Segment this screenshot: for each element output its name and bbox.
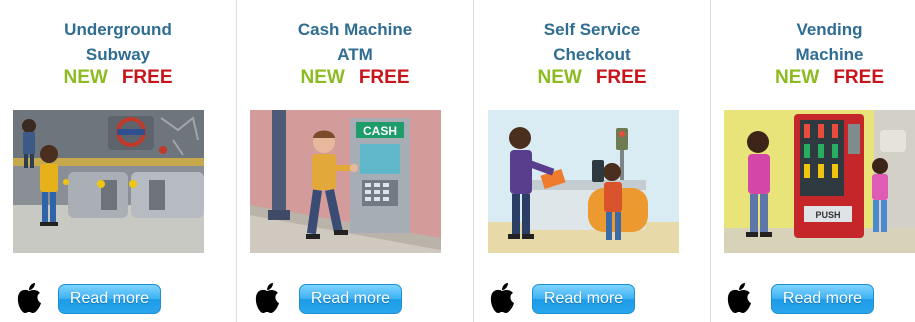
- new-tag: NEW: [63, 67, 108, 88]
- free-tag: FREE: [358, 67, 410, 88]
- product-tags: NEW FREE: [474, 66, 710, 90]
- subway-scene-image[interactable]: [13, 110, 204, 253]
- product-tags: NEW FREE: [237, 66, 473, 90]
- read-more-button[interactable]: Read more: [58, 284, 161, 314]
- product-card-cash-machine-atm: Cash Machine ATM NEW FREE CASH Read more: [237, 0, 474, 322]
- vending-push-sign: PUSH: [815, 210, 840, 220]
- product-title[interactable]: Vending Machine: [711, 17, 915, 67]
- product-title-line1: Self Service: [543, 20, 641, 39]
- product-title[interactable]: Underground Subway: [0, 17, 236, 67]
- atm-cash-sign: CASH: [363, 124, 397, 138]
- new-tag: NEW: [537, 67, 582, 88]
- free-tag: FREE: [595, 67, 647, 88]
- checkout-scene-image[interactable]: [488, 110, 679, 253]
- product-title-line2: ATM: [337, 45, 373, 64]
- product-title-line2: Checkout: [553, 45, 631, 64]
- product-tags: NEW FREE: [711, 66, 915, 90]
- free-tag: FREE: [121, 67, 173, 88]
- product-grid: Underground Subway NEW FREE Read more Ca…: [0, 0, 915, 322]
- product-title-line1: Vending: [796, 20, 863, 39]
- product-card-underground-subway: Underground Subway NEW FREE Read more: [0, 0, 237, 322]
- product-title-line2: Machine: [795, 45, 864, 64]
- apple-icon[interactable]: [489, 282, 515, 314]
- apple-icon[interactable]: [726, 282, 752, 314]
- free-tag: FREE: [833, 67, 884, 88]
- read-more-button[interactable]: Read more: [299, 284, 402, 314]
- new-tag: NEW: [774, 67, 820, 88]
- product-title[interactable]: Self Service Checkout: [474, 17, 710, 67]
- product-title[interactable]: Cash Machine ATM: [237, 17, 473, 67]
- read-more-button[interactable]: Read more: [771, 284, 874, 314]
- product-title-line1: Cash Machine: [297, 20, 413, 39]
- product-card-self-service-checkout: Self Service Checkout NEW FREE Read more: [474, 0, 711, 322]
- vending-scene-image[interactable]: PUSH: [724, 110, 915, 253]
- read-more-button[interactable]: Read more: [532, 284, 635, 314]
- product-card-vending-machine: Vending Machine NEW FREE PUSH Read more: [711, 0, 915, 322]
- product-title-line1: Underground: [64, 20, 172, 39]
- apple-icon[interactable]: [16, 282, 42, 314]
- apple-icon[interactable]: [254, 282, 280, 314]
- product-title-line2: Subway: [85, 45, 151, 64]
- new-tag: NEW: [300, 67, 345, 88]
- product-tags: NEW FREE: [0, 66, 236, 90]
- atm-scene-image[interactable]: CASH: [250, 110, 441, 253]
